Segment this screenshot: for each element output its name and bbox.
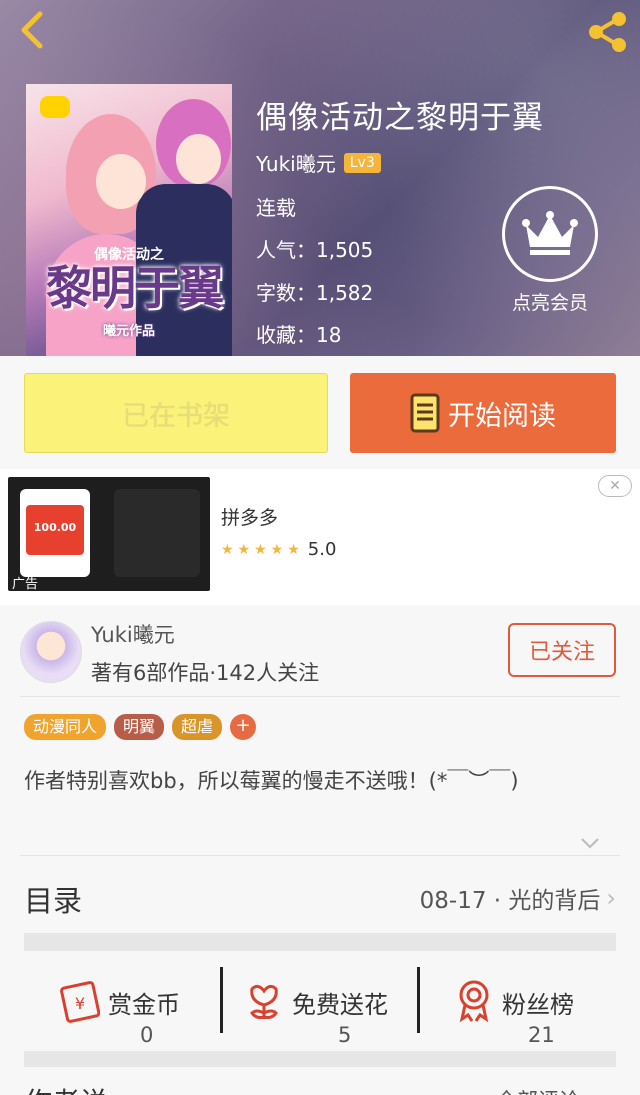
stat-label: 免费送花: [292, 991, 388, 1019]
stats-row: ¥ 赏金币 0 免费送花 5 粉丝榜 21: [24, 951, 616, 1051]
book-header: 偶像活动之 黎明于翼 曦元作品 偶像活动之黎明于翼 Yuki曦元 Lv3 连载 …: [0, 0, 640, 356]
ad-image[interactable]: 100.00 广告: [8, 477, 210, 591]
add-tag-button[interactable]: +: [230, 714, 257, 740]
ad-rating: 5.0: [307, 539, 337, 560]
favorites-value: 18: [316, 323, 342, 347]
book-title: 偶像活动之黎明于翼: [256, 100, 544, 136]
start-reading-label: 开始阅读: [448, 400, 556, 432]
avatar[interactable]: [20, 621, 82, 683]
back-icon[interactable]: [12, 8, 52, 52]
cover-title: 黎明于翼: [46, 261, 224, 315]
section-separator: [24, 933, 616, 951]
ad-title[interactable]: 拼多多: [221, 503, 278, 530]
author-name[interactable]: Yuki曦元: [256, 148, 336, 177]
divider: [20, 855, 620, 856]
fan-ranking-button[interactable]: 粉丝榜 21: [422, 965, 618, 1047]
author-section: Yuki曦元 著有6部作品·142人关注 已关注 动漫同人 明翼 超虐 + 作者…: [0, 605, 640, 1095]
start-reading-button[interactable]: 开始阅读: [350, 373, 616, 453]
divider: [20, 696, 620, 697]
action-bar: 已在书架 开始阅读: [0, 356, 640, 469]
free-flower-button[interactable]: 免费送花 5: [226, 965, 422, 1047]
tag-item[interactable]: 超虐: [172, 714, 223, 740]
tag-item[interactable]: 明翼: [114, 714, 165, 740]
vip-label: 点亮会员: [511, 292, 588, 314]
stat-value: 0: [140, 1023, 154, 1047]
ad-amount: 100.00: [33, 521, 77, 534]
word-count: 字数：1,582: [256, 277, 373, 306]
toc-title[interactable]: 目录: [24, 878, 82, 920]
section-separator: [24, 1051, 616, 1067]
level-badge: Lv3: [343, 152, 381, 173]
author-section-name[interactable]: Yuki曦元: [91, 619, 175, 649]
words-label: 字数：: [256, 281, 316, 305]
popularity-value: 1,505: [316, 238, 374, 262]
author-says-title: 作者说: [24, 1081, 108, 1095]
cover-logo: [40, 96, 70, 118]
reward-coins-button[interactable]: ¥ 赏金币 0: [24, 965, 220, 1047]
crown-icon: [502, 186, 598, 282]
book-icon: [410, 393, 440, 433]
popularity: 人气：1,505: [256, 234, 373, 263]
words-value: 1,582: [316, 281, 374, 305]
ad-tag: 广告: [12, 577, 39, 591]
book-cover[interactable]: 偶像活动之 黎明于翼 曦元作品: [26, 84, 232, 356]
stat-value: 5: [338, 1023, 352, 1047]
author-stats: 著有6部作品·142人关注: [91, 661, 320, 685]
chevron-right-icon: ›: [606, 884, 616, 912]
ad-banner[interactable]: 100.00 广告 拼多多 ★★★★★ 5.0 ✕: [0, 469, 640, 605]
tag-item[interactable]: 动漫同人: [24, 714, 107, 740]
in-shelf-button[interactable]: 已在书架: [24, 373, 328, 453]
share-icon[interactable]: [584, 10, 630, 54]
star-icon: ★★★★★: [221, 541, 304, 558]
latest-chapter: 08-17 · 光的背后: [419, 888, 601, 914]
book-description: 作者特别喜欢bb，所以莓翼的慢走不送哦！(*￣︶￣): [24, 769, 519, 793]
all-comments-link[interactable]: 全部评论: [496, 1085, 580, 1095]
ad-close-icon[interactable]: ✕: [598, 475, 632, 497]
vip-button[interactable]: 点亮会员: [500, 186, 600, 315]
divider: [220, 967, 223, 1033]
favorites-label: 收藏：: [256, 323, 316, 347]
chevron-down-icon[interactable]: [580, 835, 600, 849]
follow-button[interactable]: 已关注: [508, 623, 616, 677]
flower-icon: [250, 984, 278, 1019]
popularity-label: 人气：: [256, 238, 316, 262]
ad-rating-stars: ★★★★★ 5.0: [221, 539, 336, 560]
serial-status: 连载: [256, 196, 296, 220]
favorites: 收藏：18: [256, 319, 341, 348]
stat-value: 21: [528, 1023, 555, 1047]
medal-icon: [459, 980, 489, 1023]
svg-text:¥: ¥: [75, 994, 85, 1013]
in-shelf-label: 已在书架: [122, 400, 230, 432]
author-row: Yuki曦元 Lv3: [256, 148, 381, 177]
tag-list: 动漫同人 明翼 超虐 +: [24, 714, 257, 740]
stat-label: 赏金币: [108, 991, 180, 1019]
cover-author: 曦元作品: [102, 324, 155, 339]
stat-label: 粉丝榜: [502, 991, 574, 1019]
toc-latest-chapter[interactable]: 08-17 · 光的背后 ›: [420, 881, 616, 915]
coin-envelope-icon: ¥: [60, 981, 100, 1023]
divider: [417, 967, 420, 1033]
